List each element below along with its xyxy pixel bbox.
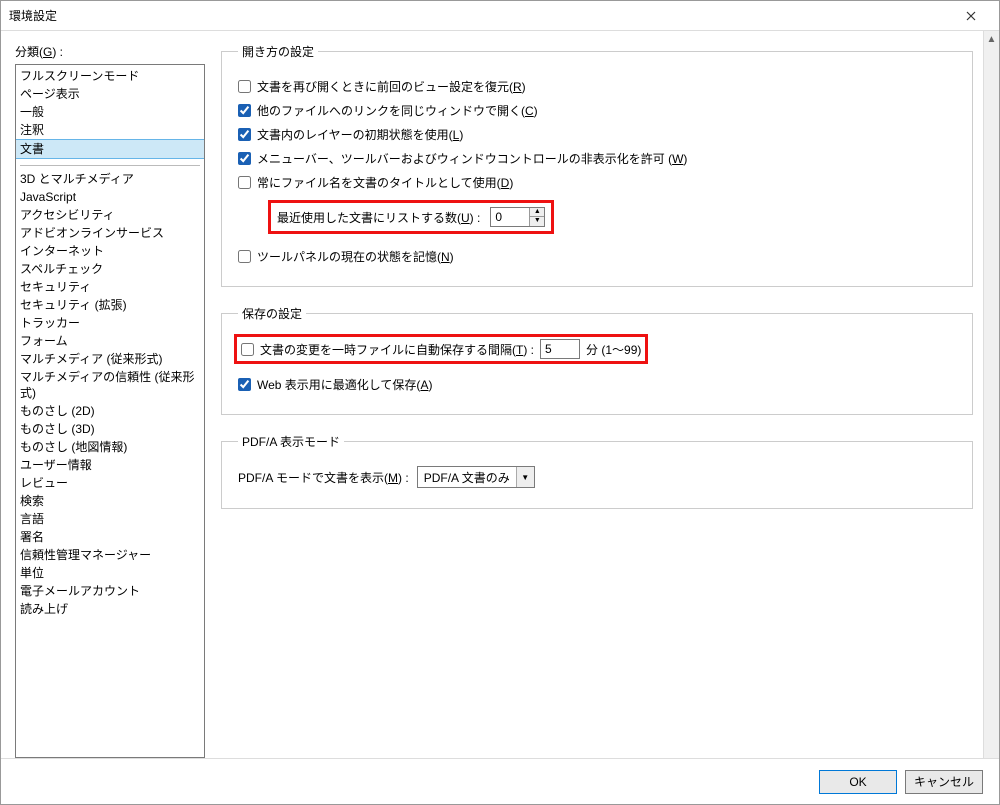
ok-button[interactable]: OK: [819, 770, 897, 794]
category-label: 分類(G) :: [15, 43, 205, 60]
list-item[interactable]: 言語: [16, 510, 204, 528]
list-item[interactable]: 電子メールアカウント: [16, 582, 204, 600]
list-item[interactable]: JavaScript: [16, 188, 204, 206]
autosave-interval-spinner[interactable]: [540, 339, 580, 359]
list-item[interactable]: マルチメディア (従来形式): [16, 350, 204, 368]
list-item[interactable]: フォーム: [16, 332, 204, 350]
autosave-interval-unit: 分 (1～99): [586, 341, 641, 358]
chevron-down-icon[interactable]: ▼: [516, 467, 534, 487]
list-item[interactable]: 信頼性管理マネージャー: [16, 546, 204, 564]
list-item[interactable]: ものさし (2D): [16, 402, 204, 420]
pdfa-mode-label: PDF/A モードで文書を表示(M) :: [238, 469, 409, 486]
open-settings-legend: 開き方の設定: [238, 43, 318, 60]
pdfa-mode-legend: PDF/A 表示モード: [238, 433, 344, 450]
list-item[interactable]: ものさし (3D): [16, 420, 204, 438]
list-item[interactable]: アドビオンラインサービス: [16, 224, 204, 242]
list-item[interactable]: 注釈: [16, 121, 204, 139]
list-item[interactable]: ページ表示: [16, 85, 204, 103]
scroll-up-icon[interactable]: ▲: [984, 31, 999, 47]
button-bar: OK キャンセル: [1, 758, 999, 804]
spinner-up-icon[interactable]: ▲: [530, 208, 544, 217]
list-item[interactable]: フルスクリーンモード: [16, 67, 204, 85]
list-item[interactable]: 文書: [16, 139, 204, 159]
window-title: 環境設定: [9, 7, 951, 24]
list-item[interactable]: ユーザー情報: [16, 456, 204, 474]
list-item[interactable]: レビュー: [16, 474, 204, 492]
pdfa-mode-value: PDF/A 文書のみ: [418, 469, 516, 486]
same-window-links-checkbox[interactable]: 他のファイルへのリンクを同じウィンドウで開く(C): [238, 102, 538, 119]
allow-hide-controls-checkbox[interactable]: メニューバー、ツールバーおよびウィンドウコントロールの非表示化を許可 (W): [238, 150, 687, 167]
list-item[interactable]: セキュリティ (拡張): [16, 296, 204, 314]
titlebar: 環境設定: [1, 1, 999, 31]
category-column: 分類(G) : フルスクリーンモードページ表示一般注釈文書 3D とマルチメディ…: [15, 43, 205, 758]
settings-panel: 開き方の設定 文書を再び開くときに前回のビュー設定を復元(R) 他のファイルへの…: [205, 43, 973, 758]
recent-docs-highlight: 最近使用した文書にリストする数(U) : ▲ ▼: [268, 200, 554, 234]
cancel-button[interactable]: キャンセル: [905, 770, 983, 794]
list-item[interactable]: セキュリティ: [16, 278, 204, 296]
remember-tool-panel-checkbox[interactable]: ツールパネルの現在の状態を記憶(N): [238, 248, 454, 265]
list-item[interactable]: 署名: [16, 528, 204, 546]
list-item[interactable]: 一般: [16, 103, 204, 121]
autosave-highlight: 文書の変更を一時ファイルに自動保存する間隔(T) : 分 (1～99): [234, 334, 648, 364]
spinner-down-icon[interactable]: ▼: [530, 217, 544, 226]
autosave-checkbox[interactable]: 文書の変更を一時ファイルに自動保存する間隔(T) :: [241, 341, 534, 358]
list-separator: [20, 165, 200, 166]
pdfa-mode-group: PDF/A 表示モード PDF/A モードで文書を表示(M) : PDF/A 文…: [221, 433, 973, 509]
restore-view-checkbox[interactable]: 文書を再び開くときに前回のビュー設定を復元(R): [238, 78, 526, 95]
close-icon: [966, 11, 976, 21]
list-item[interactable]: スペルチェック: [16, 260, 204, 278]
optimize-web-checkbox[interactable]: Web 表示用に最適化して保存(A): [238, 376, 432, 393]
list-item[interactable]: 読み上げ: [16, 600, 204, 618]
save-settings-legend: 保存の設定: [238, 305, 306, 322]
open-settings-group: 開き方の設定 文書を再び開くときに前回のビュー設定を復元(R) 他のファイルへの…: [221, 43, 973, 287]
recent-docs-input[interactable]: [491, 208, 529, 226]
list-item[interactable]: 3D とマルチメディア: [16, 170, 204, 188]
list-item[interactable]: 単位: [16, 564, 204, 582]
layer-initial-state-checkbox[interactable]: 文書内のレイヤーの初期状態を使用(L): [238, 126, 463, 143]
vertical-scrollbar[interactable]: ▲: [983, 31, 999, 758]
list-item[interactable]: マルチメディアの信頼性 (従来形式): [16, 368, 204, 402]
list-item[interactable]: ものさし (地図情報): [16, 438, 204, 456]
autosave-interval-input[interactable]: [541, 340, 579, 358]
list-item[interactable]: 検索: [16, 492, 204, 510]
save-settings-group: 保存の設定 文書の変更を一時ファイルに自動保存する間隔(T) : 分 (1～99…: [221, 305, 973, 415]
list-item[interactable]: トラッカー: [16, 314, 204, 332]
category-listbox[interactable]: フルスクリーンモードページ表示一般注釈文書 3D とマルチメディアJavaScr…: [15, 64, 205, 758]
pdfa-mode-combo[interactable]: PDF/A 文書のみ ▼: [417, 466, 535, 488]
recent-docs-spinner[interactable]: ▲ ▼: [490, 207, 545, 227]
filename-as-title-checkbox[interactable]: 常にファイル名を文書のタイトルとして使用(D): [238, 174, 513, 191]
list-item[interactable]: インターネット: [16, 242, 204, 260]
recent-docs-label: 最近使用した文書にリストする数(U) :: [277, 209, 480, 226]
list-item[interactable]: アクセシビリティ: [16, 206, 204, 224]
close-button[interactable]: [951, 2, 991, 30]
